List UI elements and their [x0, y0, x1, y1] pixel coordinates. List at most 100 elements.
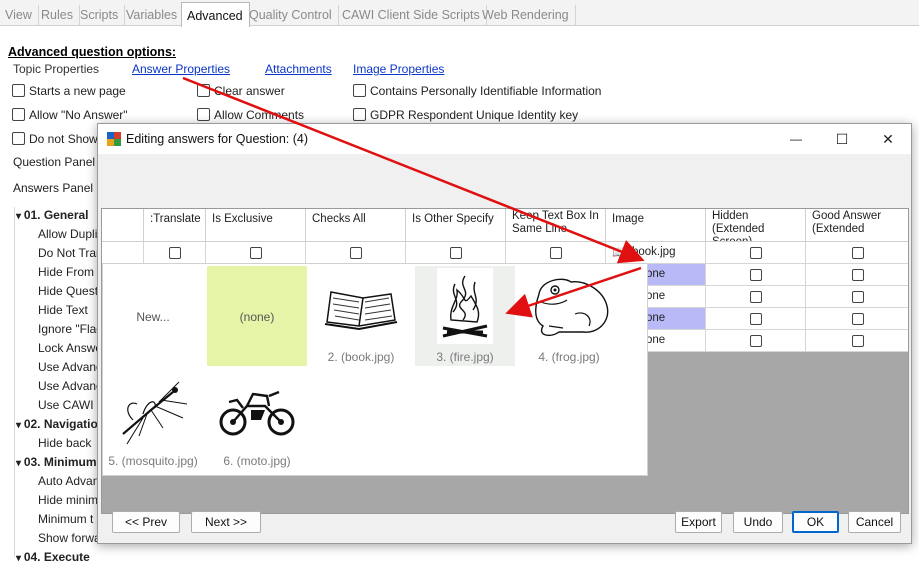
tree-item[interactable]: Minimum t: [38, 512, 100, 526]
col-hidden-extended[interactable]: Hidden (Extended Screen): [706, 209, 806, 242]
checkbox-icon[interactable]: [851, 291, 864, 303]
collapse-icon[interactable]: ▾: [16, 420, 24, 431]
close-button[interactable]: ✕: [865, 124, 911, 154]
picker-frog-tile[interactable]: 4. (frog.jpg): [519, 266, 619, 366]
picker-new-tile[interactable]: New...: [103, 266, 203, 366]
checkbox-icon[interactable]: [851, 269, 864, 281]
attachments-link[interactable]: Attachments: [265, 62, 332, 76]
checkbox-icon[interactable]: [749, 335, 762, 347]
checkbox-cell[interactable]: [206, 242, 306, 264]
undo-button[interactable]: Undo: [733, 511, 783, 533]
col-is-other-specify[interactable]: Is Other Specify: [406, 209, 506, 242]
checkbox-icon[interactable]: [749, 291, 762, 303]
checkbox-icon: [197, 108, 210, 121]
col-keep-text-box[interactable]: Keep Text Box In Same Line: [506, 209, 606, 242]
checkbox-cell[interactable]: [144, 242, 206, 264]
app-icon: [107, 132, 121, 146]
gdpr-key-checkbox[interactable]: GDPR Respondent Unique Identity key: [353, 108, 578, 122]
col-checks-all[interactable]: Checks All: [306, 209, 406, 242]
checkbox-cell[interactable]: [306, 242, 406, 264]
tab-variables[interactable]: Variables: [121, 5, 185, 26]
picker-fire-tile[interactable]: 3. (fire.jpg): [415, 266, 515, 366]
next-button[interactable]: Next >>: [191, 511, 261, 533]
minimize-button[interactable]: —: [773, 124, 819, 154]
image-properties-link[interactable]: Image Properties: [353, 62, 444, 76]
tree-item[interactable]: Use CAWI E: [38, 398, 100, 412]
checkbox-icon[interactable]: [851, 335, 864, 347]
checkbox-cell[interactable]: [806, 330, 908, 352]
export-button[interactable]: Export: [675, 511, 722, 533]
checkbox-icon[interactable]: [549, 247, 562, 259]
col-good-answer[interactable]: Good Answer (Extended: [806, 209, 908, 242]
tree-item[interactable]: Ignore "Flag: [38, 322, 100, 336]
collapse-icon[interactable]: ▾: [16, 458, 24, 469]
collapse-icon[interactable]: ▾: [16, 553, 24, 564]
tree-item[interactable]: Hide From: [38, 265, 100, 279]
do-not-show-checkbox[interactable]: Do not Show: [12, 132, 98, 146]
allow-comments-checkbox[interactable]: Allow Comments: [197, 108, 304, 122]
tree-item[interactable]: Use Advanced: [38, 360, 100, 374]
checkbox-cell[interactable]: [406, 242, 506, 264]
checkbox-icon[interactable]: [749, 269, 762, 281]
col-image[interactable]: Image: [606, 209, 706, 242]
ok-button[interactable]: OK: [792, 511, 839, 533]
checkbox-cell[interactable]: [806, 242, 908, 264]
checkbox-icon[interactable]: [349, 247, 362, 259]
checkbox-icon[interactable]: [249, 247, 262, 259]
image-cell[interactable]: 📖 book.jpg: [606, 242, 706, 264]
tab-view[interactable]: View: [0, 5, 39, 26]
tree-item[interactable]: Hide minimum: [38, 493, 100, 507]
tree-item[interactable]: Hide Text: [38, 303, 100, 317]
checkbox-cell[interactable]: [706, 308, 806, 330]
tree-item[interactable]: Do Not Translate: [38, 246, 100, 260]
col-is-exclusive[interactable]: Is Exclusive: [206, 209, 306, 242]
tab-scripts[interactable]: Scripts: [75, 5, 126, 26]
checkbox-icon[interactable]: [168, 247, 181, 259]
tree-item[interactable]: Use Advanced: [38, 379, 100, 393]
picker-none-tile[interactable]: (none): [207, 266, 307, 366]
maximize-button[interactable]: ☐: [819, 124, 865, 154]
tab-advanced[interactable]: Advanced: [181, 2, 250, 27]
checkbox-cell[interactable]: [806, 264, 908, 286]
starts-new-page-checkbox[interactable]: Starts a new page: [12, 84, 126, 98]
tab-rules[interactable]: Rules: [36, 5, 80, 26]
row-header[interactable]: [102, 242, 144, 264]
tree-item[interactable]: Show forward: [38, 531, 100, 545]
tree-item[interactable]: Hide Question: [38, 284, 100, 298]
answer-properties-link[interactable]: Answer Properties: [132, 62, 230, 76]
checkbox-cell[interactable]: [706, 242, 806, 264]
tree-item[interactable]: Allow Duplicate: [38, 227, 100, 241]
col-translate[interactable]: :Translate: [144, 209, 206, 242]
tab-quality-control[interactable]: Quality Control: [244, 5, 339, 26]
collapse-icon[interactable]: ▾: [16, 211, 24, 222]
checkbox-icon[interactable]: [749, 313, 762, 325]
checkbox-icon[interactable]: [749, 247, 762, 259]
picker-book-tile[interactable]: 2. (book.jpg): [311, 266, 411, 366]
tree-category[interactable]: ▾ 01. General: [16, 208, 101, 222]
picker-mosquito-tile[interactable]: 5. (mosquito.jpg): [103, 370, 203, 470]
checkbox-icon[interactable]: [851, 313, 864, 325]
checkbox-cell[interactable]: [806, 308, 908, 330]
checkbox-cell[interactable]: [706, 330, 806, 352]
tree-item[interactable]: Auto Advance: [38, 474, 100, 488]
tab-cawi-client-side-scripts[interactable]: CAWI Client Side Scripts: [337, 5, 487, 26]
tree-category[interactable]: ▾ 03. Minimum: [16, 455, 101, 469]
picker-fire-caption: 3. (fire.jpg): [436, 350, 494, 364]
tree-item[interactable]: Hide back: [38, 436, 100, 450]
tab-web-rendering[interactable]: Web Rendering: [477, 5, 576, 26]
tree-category[interactable]: ▾ 04. Execute: [16, 550, 101, 564]
checkbox-cell[interactable]: [706, 264, 806, 286]
clear-answer-checkbox[interactable]: Clear answer: [197, 84, 285, 98]
allow-no-answer-checkbox[interactable]: Allow "No Answer": [12, 108, 128, 122]
checkbox-cell[interactable]: [506, 242, 606, 264]
checkbox-icon[interactable]: [851, 247, 864, 259]
cancel-button[interactable]: Cancel: [848, 511, 901, 533]
tree-category[interactable]: ▾ 02. Navigation: [16, 417, 101, 431]
checkbox-cell[interactable]: [706, 286, 806, 308]
checkbox-icon[interactable]: [449, 247, 462, 259]
tree-item[interactable]: Lock Answers: [38, 341, 100, 355]
picker-moto-tile[interactable]: 6. (moto.jpg): [207, 370, 307, 470]
prev-button[interactable]: << Prev: [112, 511, 180, 533]
checkbox-cell[interactable]: [806, 286, 908, 308]
contains-pii-checkbox[interactable]: Contains Personally Identifiable Informa…: [353, 84, 601, 98]
